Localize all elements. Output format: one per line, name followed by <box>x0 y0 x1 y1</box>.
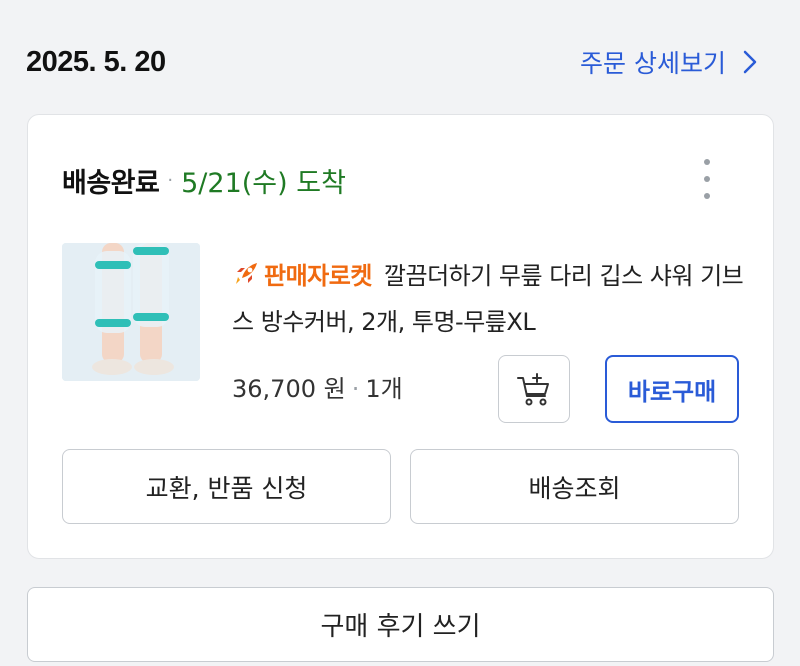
order-card: 배송완료 · 5/21(수) 도착 판매자로켓 깔끔더하기 무릎 다리 깁스 샤… <box>27 114 774 559</box>
product-image <box>62 243 200 381</box>
track-delivery-button[interactable]: 배송조회 <box>410 449 739 524</box>
delivery-status-row: 배송완료 · 5/21(수) 도착 <box>62 161 346 200</box>
add-to-cart-button[interactable] <box>498 355 570 423</box>
product-title[interactable]: 판매자로켓 깔끔더하기 무릎 다리 깁스 샤워 기브스 방수커버, 2개, 투명-… <box>232 253 752 345</box>
chevron-right-icon <box>743 50 757 74</box>
delivery-status: 배송완료 <box>62 168 160 199</box>
write-review-button[interactable]: 구매 후기 쓰기 <box>27 587 774 662</box>
status-separator: · <box>167 170 174 191</box>
order-detail-link[interactable]: 주문 상세보기 <box>580 44 760 80</box>
product-price: 36,700 원 <box>232 375 346 403</box>
product-quantity: 1개 <box>365 375 403 403</box>
price-separator: · <box>351 375 360 403</box>
order-detail-label: 주문 상세보기 <box>580 49 726 78</box>
more-vertical-icon[interactable] <box>701 159 713 199</box>
product-thumbnail[interactable] <box>62 243 200 381</box>
buy-now-button[interactable]: 바로구매 <box>605 355 739 423</box>
order-date: 2025. 5. 20 <box>26 46 166 78</box>
price-row: 36,700 원 · 1개 <box>232 369 403 404</box>
add-to-cart-icon <box>517 373 549 406</box>
exchange-return-button[interactable]: 교환, 반품 신청 <box>62 449 391 524</box>
arrival-date: 5/21(수) 도착 <box>181 168 346 199</box>
seller-rocket-badge: 판매자로켓 <box>264 262 372 290</box>
order-header: 2025. 5. 20 주문 상세보기 <box>0 0 800 108</box>
rocket-icon <box>236 263 257 284</box>
